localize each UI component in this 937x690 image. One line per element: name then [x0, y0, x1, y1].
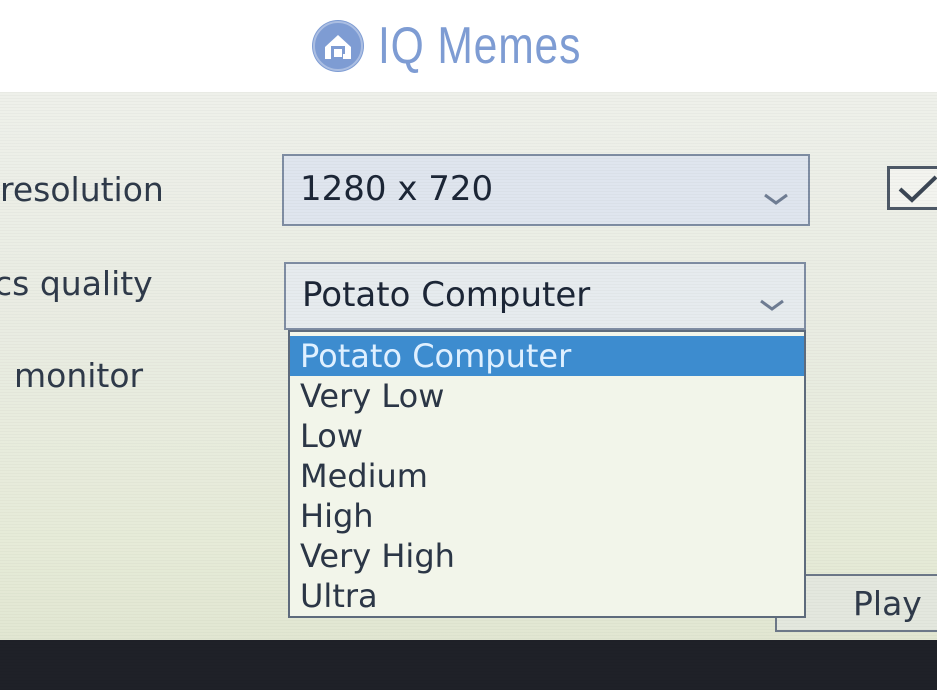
- graphics-quality-value: Potato Computer: [302, 275, 591, 316]
- house-logo-icon: [311, 20, 364, 72]
- option-medium[interactable]: Medium: [290, 456, 804, 496]
- option-very-high[interactable]: Very High: [290, 536, 804, 576]
- option-potato-computer[interactable]: Potato Computer: [290, 336, 804, 376]
- graphics-quality-label: cs quality: [0, 264, 153, 303]
- chevron-down-icon: [758, 282, 786, 322]
- graphics-quality-dropdown[interactable]: Potato Computer Very Low Low Medium High…: [288, 330, 806, 618]
- option-high[interactable]: High: [290, 496, 804, 536]
- resolution-value: 1280 x 720: [300, 169, 494, 210]
- option-ultra[interactable]: Ultra: [290, 576, 804, 616]
- fullscreen-checkbox[interactable]: [887, 166, 937, 210]
- resolution-select[interactable]: 1280 x 720: [282, 154, 810, 226]
- option-low[interactable]: Low: [290, 416, 804, 456]
- resolution-label: resolution: [0, 170, 164, 209]
- watermark-text: IQ Memes: [377, 17, 581, 75]
- game-settings-screen: resolution cs quality monitor 1280 x 720…: [0, 92, 937, 690]
- option-very-low[interactable]: Very Low: [290, 376, 804, 416]
- watermark: IQ Memes: [0, 0, 937, 92]
- play-button-label: Play: [853, 584, 922, 623]
- checkmark-icon: [898, 175, 937, 203]
- graphics-quality-select[interactable]: Potato Computer: [284, 262, 806, 330]
- monitor-label: monitor: [14, 356, 144, 395]
- chevron-down-icon: [762, 176, 790, 216]
- taskbar: [0, 640, 937, 690]
